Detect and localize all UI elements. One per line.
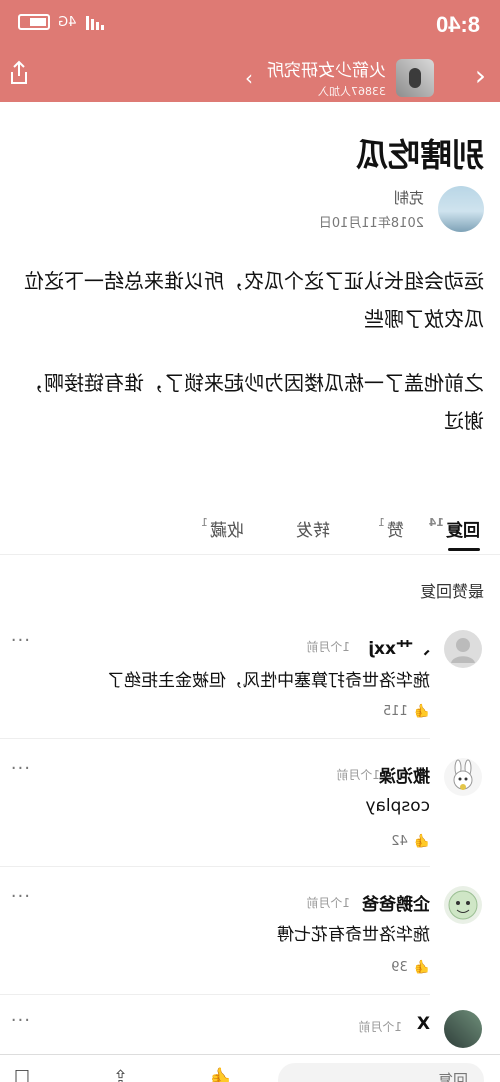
more-options-icon[interactable]: ···: [10, 1010, 30, 1031]
comment-text: cosplay: [365, 796, 430, 816]
divider: [0, 866, 430, 867]
mirrored-content: 8:40 4G ‹ 火箭少女研究所 33867人加入 › 别瞎吃瓜 克制 201…: [0, 0, 500, 1082]
like-button[interactable]: 👍 39: [391, 960, 430, 975]
default-user-icon: [451, 638, 475, 663]
signal-icon: [84, 15, 105, 30]
thumb-up-icon: 👍: [413, 704, 430, 719]
author-avatar[interactable]: [438, 186, 484, 232]
tab-label: 转发: [296, 521, 330, 541]
group-members: 33867人加入: [318, 85, 386, 98]
tab-likes[interactable]: 赞1: [378, 516, 404, 541]
more-options-icon[interactable]: ···: [10, 886, 30, 907]
comment-text: 施华洛世奇打算塞中性风，但被金主拒绝了: [107, 671, 430, 691]
group-avatar: [396, 58, 434, 97]
post-body: 运动会组长认证了这个瓜农，所以谁来总结一下这位瓜农放了哪些 之前他盖了一栋瓜楼因…: [14, 262, 484, 466]
favorite-icon[interactable]: ☐: [14, 1067, 30, 1082]
tab-reposts[interactable]: 转发: [296, 516, 330, 541]
tab-label: 收藏: [210, 521, 244, 541]
tab-count: 1: [201, 516, 208, 529]
like-button[interactable]: 👍 42: [391, 834, 430, 849]
divider: [0, 738, 430, 739]
battery-icon: [18, 14, 50, 30]
avatar[interactable]: [444, 758, 482, 796]
repost-icon[interactable]: ⇪: [113, 1067, 128, 1082]
avatar[interactable]: [444, 1010, 482, 1048]
tab-favorites[interactable]: 收藏1: [201, 516, 244, 541]
chevron-right-icon: ›: [245, 65, 253, 90]
tab-count: 14: [428, 516, 444, 529]
like-button[interactable]: 👍 115: [383, 704, 430, 719]
status-time: 8:40: [435, 12, 480, 37]
author-meta: 克制 2018年11月10日: [319, 187, 424, 231]
post-author[interactable]: 克制 2018年11月10日: [319, 186, 484, 232]
group-name: 火箭少女研究所: [267, 61, 386, 81]
network-label: 4G: [58, 14, 77, 30]
tab-label: 回复: [446, 521, 480, 541]
reply-input[interactable]: 回复: [278, 1063, 484, 1082]
post-date: 2018年11月10日: [318, 216, 424, 231]
divider: [0, 994, 430, 995]
comment-author[interactable]: 撒泡澡: [379, 762, 430, 787]
cartoon-avatar-icon: [448, 890, 478, 920]
share-icon[interactable]: [8, 60, 30, 86]
post-title: 别瞎吃瓜: [355, 136, 484, 174]
comment-time: 1个月前: [306, 896, 350, 910]
status-indicators: 4G: [18, 14, 105, 30]
thumb-up-icon: 👍: [413, 960, 430, 975]
bunny-avatar-icon: [453, 759, 473, 790]
status-bar: 8:40 4G: [0, 0, 500, 48]
comment-time: 1个月前: [358, 1020, 402, 1034]
more-options-icon[interactable]: ···: [10, 630, 30, 651]
avatar[interactable]: [444, 886, 482, 924]
avatar[interactable]: [444, 630, 482, 668]
comment-author[interactable]: X: [417, 1014, 430, 1034]
comment-time: 1个月前: [336, 768, 380, 782]
post-tabs: 回复14 赞1 转发 收藏1: [0, 514, 500, 555]
like-count: 115: [382, 704, 408, 719]
section-title: 最赞回复: [419, 582, 484, 601]
chevron-left-icon[interactable]: ‹: [475, 59, 486, 92]
like-count: 42: [391, 834, 408, 849]
tab-label: 赞: [387, 521, 404, 541]
tab-replies[interactable]: 回复14: [429, 516, 480, 541]
like-count: 39: [391, 960, 408, 975]
app-screen: 8:40 4G ‹ 火箭少女研究所 33867人加入 › 别瞎吃瓜 克制 201…: [0, 0, 500, 1082]
group-info[interactable]: 火箭少女研究所 33867人加入 ›: [245, 56, 434, 99]
thumb-up-icon[interactable]: 👍: [210, 1067, 232, 1082]
comment-author[interactable]: 、艹xxj: [368, 634, 430, 659]
comment-time: 1个月前: [306, 640, 350, 654]
group-text: 火箭少女研究所 33867人加入: [267, 56, 386, 99]
more-options-icon[interactable]: ···: [10, 758, 30, 779]
comment-author[interactable]: 企鹅爸爸: [362, 890, 430, 915]
tab-count: 1: [378, 516, 385, 529]
thumb-up-icon: 👍: [413, 834, 430, 849]
comment-text: 施华洛世奇有花七傅: [277, 925, 430, 945]
author-name[interactable]: 克制: [319, 187, 424, 208]
top-nav-bar: ‹ 火箭少女研究所 33867人加入 ›: [0, 48, 500, 102]
post-paragraph: 运动会组长认证了这个瓜农，所以谁来总结一下这位瓜农放了哪些: [24, 269, 484, 331]
bottom-action-bar: 回复 👍 ⇪ ☐: [0, 1054, 500, 1082]
post-paragraph: 之前他盖了一栋瓜楼因为吵起来锁了，谁有链接啊，谢过: [24, 371, 484, 433]
